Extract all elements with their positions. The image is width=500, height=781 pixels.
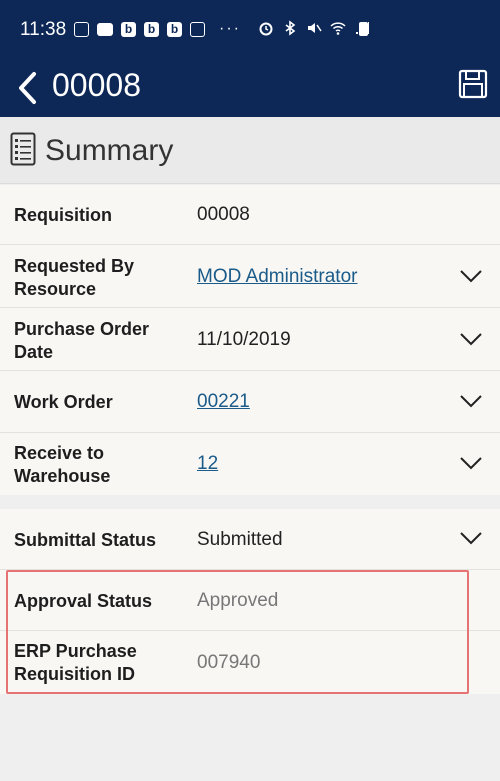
field-value: Approved xyxy=(197,590,279,611)
bluetooth-icon xyxy=(285,20,296,36)
app-bar: 00008 xyxy=(0,60,500,117)
b-app-icon: b xyxy=(121,21,136,37)
field-label: Requested By Resource xyxy=(14,256,135,299)
back-icon[interactable] xyxy=(14,70,40,106)
chevron-down-icon[interactable] xyxy=(458,455,484,471)
field-label: Approval Status xyxy=(14,591,153,611)
field-value: 11/10/2019 xyxy=(197,329,291,350)
field-label: Work Order xyxy=(14,392,113,412)
chevron-down-icon[interactable] xyxy=(458,268,484,284)
field-row-requested-by[interactable]: Requested By Resource MOD Administrator xyxy=(0,245,500,308)
field-row-requisition: Requisition 00008 xyxy=(0,185,500,245)
list-document-icon xyxy=(10,132,36,166)
wifi-icon xyxy=(330,22,346,35)
page-title: 00008 xyxy=(52,67,141,103)
chevron-down-icon[interactable] xyxy=(458,331,484,347)
requested-by-link[interactable]: MOD Administrator xyxy=(197,266,357,288)
battery-icon xyxy=(359,22,368,36)
field-label: Receive to Warehouse xyxy=(14,443,111,486)
field-label: Purchase Order Date xyxy=(14,319,150,362)
status-time: 11:38 xyxy=(20,19,67,40)
warehouse-link[interactable]: 12 xyxy=(197,453,218,475)
work-order-link[interactable]: 00221 xyxy=(197,391,250,413)
email-icon xyxy=(190,21,205,37)
b-app-icon: b xyxy=(167,21,182,37)
field-row-work-order[interactable]: Work Order 00221 xyxy=(0,371,500,433)
alarm-icon xyxy=(259,22,273,36)
field-label: Submittal Status xyxy=(14,530,157,550)
message-icon xyxy=(97,22,113,36)
app-notification-icon xyxy=(74,21,89,37)
field-value: 007940 xyxy=(197,652,261,673)
mute-icon xyxy=(308,23,322,33)
status-fields: Submittal Status Submitted Approval Stat… xyxy=(0,509,500,694)
system-icons xyxy=(258,20,370,36)
status-bar: 11:38 b b b ··· xyxy=(0,0,500,60)
field-row-purchase-order-date[interactable]: Purchase Order Date 11/10/2019 xyxy=(0,308,500,371)
requisition-fields: Requisition 00008 Requested By Resource … xyxy=(0,185,500,495)
field-row-approval-status: Approval Status Approved xyxy=(0,570,500,631)
summary-section-header: Summary xyxy=(0,117,500,184)
summary-title: Summary xyxy=(45,134,174,167)
field-row-receive-to-warehouse[interactable]: Receive to Warehouse 12 xyxy=(0,433,500,495)
more-notifications-icon: ··· xyxy=(219,20,241,37)
chevron-down-icon[interactable] xyxy=(458,530,484,546)
field-label: ERP Purchase Requisition ID xyxy=(14,641,137,684)
chevron-down-icon[interactable] xyxy=(458,393,484,409)
field-value: Submitted xyxy=(197,529,283,550)
field-label: Requisition xyxy=(14,205,112,225)
field-value: 00008 xyxy=(197,204,250,225)
save-icon[interactable] xyxy=(458,69,488,99)
notification-icons: b b b ··· xyxy=(74,20,241,38)
field-row-submittal-status[interactable]: Submittal Status Submitted xyxy=(0,509,500,570)
field-row-erp-requisition-id: ERP Purchase Requisition ID 007940 xyxy=(0,631,500,694)
b-app-icon: b xyxy=(144,21,159,37)
